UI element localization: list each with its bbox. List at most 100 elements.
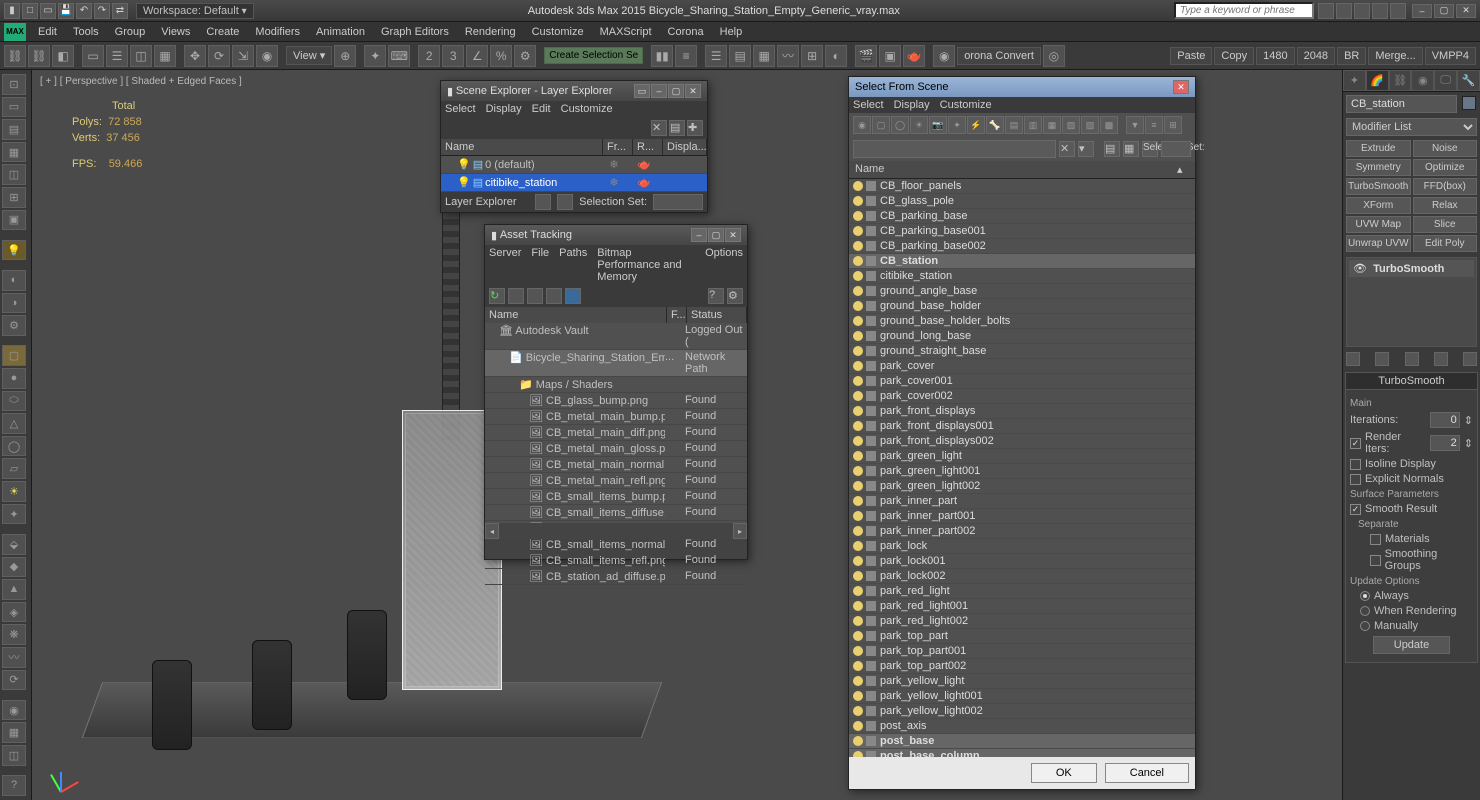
manip-icon[interactable]: ✦ (364, 45, 386, 67)
scene-object-row[interactable]: park_green_light (849, 449, 1195, 464)
corona-icon[interactable]: ◉ (933, 45, 955, 67)
maximize-button[interactable]: ▢ (1434, 4, 1454, 18)
filter-icon[interactable]: ▧ (1062, 116, 1080, 134)
modifier-button[interactable]: Unwrap UVW (1346, 235, 1411, 252)
lt-icon[interactable]: ⊞ (2, 187, 26, 208)
scene-object-row[interactable]: park_green_light002 (849, 479, 1195, 494)
scene-object-row[interactable]: CB_parking_base (849, 209, 1195, 224)
update-button[interactable]: Update (1373, 636, 1450, 654)
scene-object-row[interactable]: park_yellow_light002 (849, 704, 1195, 719)
vmpp-button[interactable]: VMPP4 (1425, 47, 1476, 65)
lt-icon[interactable]: ⊡ (2, 74, 26, 95)
scene-object-row[interactable]: ground_long_base (849, 329, 1195, 344)
render-iters-checkbox[interactable]: ✓ (1350, 438, 1361, 449)
filter-sw-icon[interactable]: ⚡ (967, 116, 985, 134)
view-icon[interactable]: ▤ (1104, 141, 1120, 157)
modifier-button[interactable]: Relax (1413, 197, 1478, 214)
lt-icon[interactable]: ▦ (2, 722, 26, 743)
iterations-spinner[interactable]: 0 (1430, 412, 1460, 428)
asset-row[interactable]: 🖼 CB_small_items_diffuse.pngFound (485, 505, 747, 521)
sg-checkbox[interactable] (1370, 555, 1381, 566)
asset-row[interactable]: 🏛 Autodesk VaultLogged Out ( (485, 323, 747, 350)
paste-button[interactable]: Paste (1170, 47, 1212, 65)
stack-item[interactable]: 👁 TurboSmooth (1349, 260, 1474, 277)
dim1-field[interactable]: 1480 (1256, 47, 1294, 65)
new-icon[interactable]: □ (22, 3, 38, 19)
lt-icon[interactable]: ▲ (2, 579, 26, 600)
max-icon[interactable]: ▢ (708, 228, 724, 242)
placement-icon[interactable]: ◉ (256, 45, 278, 67)
selset-combo[interactable] (1161, 141, 1191, 157)
menu-group[interactable]: Group (107, 24, 154, 40)
signin-icon[interactable] (1336, 3, 1352, 19)
scene-object-row[interactable]: park_front_displays002 (849, 434, 1195, 449)
scene-object-row[interactable]: post_base (849, 734, 1195, 749)
scene-object-row[interactable]: CB_parking_base001 (849, 224, 1195, 239)
filter-icon[interactable]: ⊞ (1164, 116, 1182, 134)
help-icon[interactable] (1390, 3, 1406, 19)
menu-animation[interactable]: Animation (308, 24, 373, 40)
at-tree-icon[interactable] (565, 288, 581, 304)
selection-set-combo[interactable]: Create Selection Se (544, 47, 643, 64)
scene-object-row[interactable]: ground_base_holder (849, 299, 1195, 314)
lt-icon[interactable]: ▦ (2, 142, 26, 163)
lt-icon[interactable]: ▤ (2, 119, 26, 140)
create-tab-icon[interactable]: ✦ (1343, 70, 1366, 91)
layer-row[interactable]: 💡▤citibike_station❄🫖 (441, 174, 707, 192)
snap3d-icon[interactable]: 3 (442, 45, 464, 67)
scene-object-row[interactable]: ground_angle_base (849, 284, 1195, 299)
snap-pct-icon[interactable]: % (490, 45, 512, 67)
dim2-field[interactable]: 2048 (1297, 47, 1335, 65)
menu-grapheditors[interactable]: Graph Editors (373, 24, 457, 40)
modifier-stack[interactable]: 👁 TurboSmooth (1346, 257, 1477, 347)
modifier-button[interactable]: TurboSmooth (1346, 178, 1411, 195)
isoline-checkbox[interactable] (1350, 459, 1361, 470)
scene-object-row[interactable]: park_cover002 (849, 389, 1195, 404)
utility-tab-icon[interactable]: 🔧 (1457, 70, 1480, 91)
lt-icon[interactable]: ⬙ (2, 534, 26, 555)
link-icon[interactable]: ⇄ (112, 3, 128, 19)
filter-icon[interactable]: ▥ (1024, 116, 1042, 134)
snap2d-icon[interactable]: 2 (418, 45, 440, 67)
ok-button[interactable]: OK (1031, 763, 1097, 783)
favorite-icon[interactable] (1372, 3, 1388, 19)
se-select[interactable]: Select (445, 103, 476, 115)
merge-button[interactable]: Merge... (1368, 47, 1422, 65)
schematic-icon[interactable]: ⊞ (801, 45, 823, 67)
se-selset-combo[interactable] (653, 194, 703, 210)
lt-cylinder-icon[interactable]: ⬭ (2, 391, 26, 412)
render-setup-icon[interactable]: 🎬 (855, 45, 877, 67)
view-icon[interactable]: ▦ (1123, 141, 1139, 157)
scene-object-row[interactable]: CB_floor_panels (849, 179, 1195, 194)
scene-object-row[interactable]: park_red_light001 (849, 599, 1195, 614)
scene-object-row[interactable]: park_cover (849, 359, 1195, 374)
menu-edit[interactable]: Edit (30, 24, 65, 40)
at-help-icon[interactable]: ? (708, 288, 724, 304)
se-add-icon[interactable]: ✚ (687, 120, 703, 136)
scene-object-row[interactable]: park_yellow_light (849, 674, 1195, 689)
exchange-icon[interactable] (1354, 3, 1370, 19)
lt-icon[interactable]: ⟳ (2, 670, 26, 691)
save-icon[interactable]: 💾 (58, 3, 74, 19)
minimize-button[interactable]: – (1412, 4, 1432, 18)
asset-row[interactable]: 🖼 CB_metal_main_diff.pngFound (485, 425, 747, 441)
refsys-dropdown[interactable]: View ▾ (286, 46, 332, 65)
modifier-button[interactable]: Extrude (1346, 140, 1411, 157)
lt-light-icon[interactable]: ☀ (2, 481, 26, 502)
menu-tools[interactable]: Tools (65, 24, 107, 40)
lt-icon[interactable]: ❋ (2, 624, 26, 645)
lt-torus-icon[interactable]: ◯ (2, 436, 26, 457)
modifier-button[interactable]: Slice (1413, 216, 1478, 233)
scene-object-row[interactable]: ground_straight_base (849, 344, 1195, 359)
lt-cone-icon[interactable]: △ (2, 413, 26, 434)
undo-icon[interactable]: ↶ (76, 3, 92, 19)
hierarchy-tab-icon[interactable]: ⛓ (1389, 70, 1412, 91)
close-icon[interactable]: ✕ (725, 228, 741, 242)
at-icon[interactable] (508, 288, 524, 304)
remove-icon[interactable] (1434, 352, 1448, 366)
modifier-list-dropdown[interactable]: Modifier List (1346, 118, 1477, 136)
scene-object-row[interactable]: park_cover001 (849, 374, 1195, 389)
render-icon[interactable]: 🫖 (903, 45, 925, 67)
explicit-checkbox[interactable] (1350, 474, 1361, 485)
modifier-button[interactable]: UVW Map (1346, 216, 1411, 233)
